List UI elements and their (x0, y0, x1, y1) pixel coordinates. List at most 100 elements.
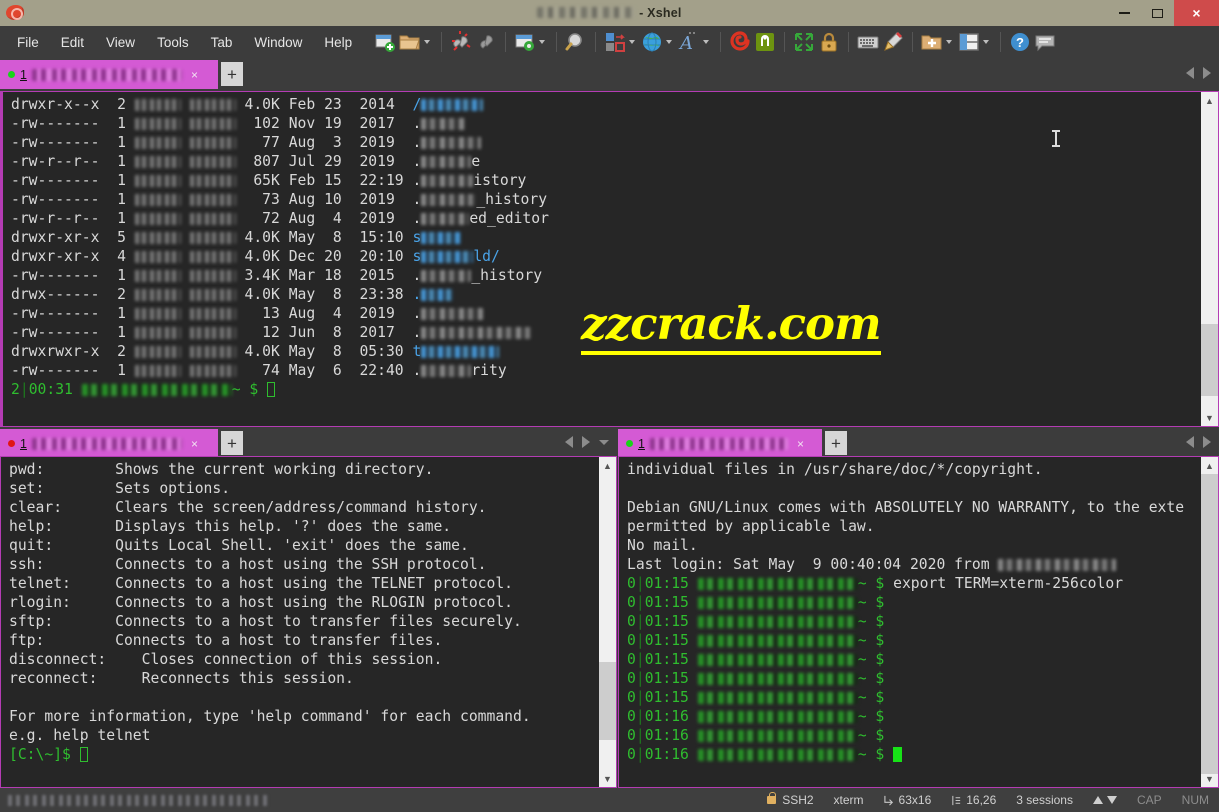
session-properties-caret-icon[interactable] (539, 40, 546, 44)
menu-window[interactable]: Window (243, 31, 313, 54)
add-folder-caret-icon[interactable] (946, 40, 953, 44)
menu-edit[interactable]: Edit (50, 31, 95, 54)
tab-scroll-left-icon[interactable] (565, 436, 573, 448)
layout-arrange-icon[interactable] (603, 30, 627, 54)
tab-scroll-right-icon[interactable] (1203, 436, 1211, 448)
tab-list-chevron-down-icon[interactable] (599, 439, 609, 445)
top-terminal-pane[interactable]: drwxr-x--x 2 4.0K Feb 23 2014 /-rw------… (0, 91, 1219, 427)
menu-view[interactable]: View (95, 31, 146, 54)
menu-tools[interactable]: Tools (146, 31, 200, 54)
redacted-text (421, 156, 472, 168)
scroll-down-icon[interactable]: ▼ (1201, 409, 1218, 426)
new-session-icon[interactable] (373, 30, 397, 54)
session-properties-icon[interactable] (513, 30, 537, 54)
tab-close-icon[interactable]: × (191, 437, 198, 451)
scroll-thumb[interactable] (1201, 474, 1218, 774)
menu-file[interactable]: File (6, 31, 50, 54)
shell-prompt-line: 0|01:15 ~ $ (627, 613, 894, 630)
fullscreen-icon[interactable] (792, 30, 816, 54)
menu-tab[interactable]: Tab (200, 31, 244, 54)
scroll-track[interactable] (1201, 109, 1218, 409)
redacted-text (189, 156, 236, 168)
new-tab-button[interactable]: + (221, 431, 243, 455)
scroll-thumb[interactable] (1201, 324, 1218, 396)
xshell-logo-icon[interactable] (728, 30, 752, 54)
scroll-up-icon[interactable]: ▲ (599, 457, 616, 474)
terminal-line: ftp: Connects to a host to transfer file… (9, 632, 443, 649)
redacted-text (421, 137, 482, 149)
redacted-text (697, 730, 858, 742)
redacted-text (421, 99, 484, 111)
terminal-line: sftp: Connects to a host to transfer fil… (9, 613, 522, 630)
tab-scroll-left-icon[interactable] (1186, 436, 1194, 448)
terminal-line: disconnect: Closes connection of this se… (9, 651, 443, 668)
split-layout-icon[interactable] (957, 30, 981, 54)
keyboard-icon[interactable] (856, 30, 880, 54)
globe-icon[interactable] (640, 30, 664, 54)
bottom-left-scrollbar[interactable]: ▲ ▼ (599, 457, 616, 787)
bottom-right-terminal-output: individual files in /usr/share/doc/*/cop… (619, 457, 1218, 787)
top-pane-tab-navigation (1186, 58, 1219, 88)
highlight-icon[interactable] (881, 30, 905, 54)
scroll-up-icon[interactable]: ▲ (1201, 457, 1218, 474)
cursor-position-icon (952, 795, 961, 805)
shell-prompt-line: [C:\~]$ (9, 745, 616, 764)
redacted-text (189, 251, 236, 263)
status-size-label: 63x16 (898, 793, 932, 807)
status-transfer-indicators (1083, 796, 1127, 804)
bottom-left-terminal-pane[interactable]: pwd: Shows the current working directory… (0, 456, 617, 788)
redacted-text (697, 654, 858, 666)
new-tab-button[interactable]: + (221, 62, 243, 86)
tab-scroll-right-icon[interactable] (582, 436, 590, 448)
lock-icon[interactable] (817, 30, 841, 54)
split-layout-caret-icon[interactable] (983, 40, 990, 44)
scroll-track[interactable] (599, 474, 616, 770)
redacted-text (421, 289, 454, 301)
scroll-track[interactable] (1201, 474, 1218, 774)
bottom-right-scrollbar[interactable]: ▲ ▼ (1201, 457, 1218, 787)
menu-help[interactable]: Help (313, 31, 363, 54)
open-session-caret-icon[interactable] (424, 40, 431, 44)
top-pane-tab[interactable]: 1 × (0, 60, 218, 89)
bottom-right-tab[interactable]: 1 × (618, 429, 822, 458)
scroll-down-icon[interactable]: ▼ (599, 770, 616, 787)
bottom-right-terminal-pane[interactable]: individual files in /usr/share/doc/*/cop… (618, 456, 1219, 788)
find-icon[interactable] (564, 30, 588, 54)
top-terminal-output: drwxr-x--x 2 4.0K Feb 23 2014 /-rw------… (3, 92, 1218, 426)
connect-link-icon[interactable] (474, 30, 498, 54)
bottom-left-tab-navigation (565, 427, 617, 457)
feedback-icon[interactable] (1033, 30, 1057, 54)
tab-scroll-right-icon[interactable] (1203, 67, 1211, 79)
status-protocol-label: SSH2 (782, 793, 814, 807)
toolbar-separator (595, 32, 597, 52)
layout-arrange-caret-icon[interactable] (629, 40, 636, 44)
scroll-thumb[interactable] (599, 662, 616, 740)
tab-scroll-left-icon[interactable] (1186, 67, 1194, 79)
nethelper-icon[interactable] (753, 30, 777, 54)
font-caret-icon[interactable] (703, 40, 710, 44)
top-pane-scrollbar[interactable]: ▲ ▼ (1201, 92, 1218, 426)
bottom-right-tab-navigation (1186, 427, 1219, 457)
tab-close-icon[interactable]: × (191, 68, 198, 82)
bottom-left-tab[interactable]: 1 × (0, 429, 218, 458)
redacted-text (421, 232, 462, 244)
new-tab-button[interactable]: + (825, 431, 847, 455)
globe-caret-icon[interactable] (666, 40, 673, 44)
redacted-text (134, 213, 181, 225)
help-icon[interactable]: ? (1008, 30, 1032, 54)
disconnect-icon[interactable] (449, 30, 473, 54)
status-protocol: SSH2 (757, 792, 823, 807)
tab-close-icon[interactable]: × (797, 437, 804, 451)
menu-bar: File Edit View Tools Tab Window Help A ? (0, 26, 1219, 58)
terminal-line: telnet: Connects to a host using the TEL… (9, 575, 514, 592)
terminal-line: For more information, type 'help command… (9, 708, 531, 725)
status-bar: SSH2 xterm 63x16 16,26 3 sessions CAP NU… (0, 788, 1219, 812)
redacted-text (189, 289, 236, 301)
scroll-up-icon[interactable]: ▲ (1201, 92, 1218, 109)
redacted-text (189, 99, 236, 111)
open-session-icon[interactable] (398, 30, 422, 54)
font-icon[interactable]: A (677, 30, 701, 54)
add-folder-icon[interactable] (920, 30, 944, 54)
redacted-text (697, 597, 858, 609)
